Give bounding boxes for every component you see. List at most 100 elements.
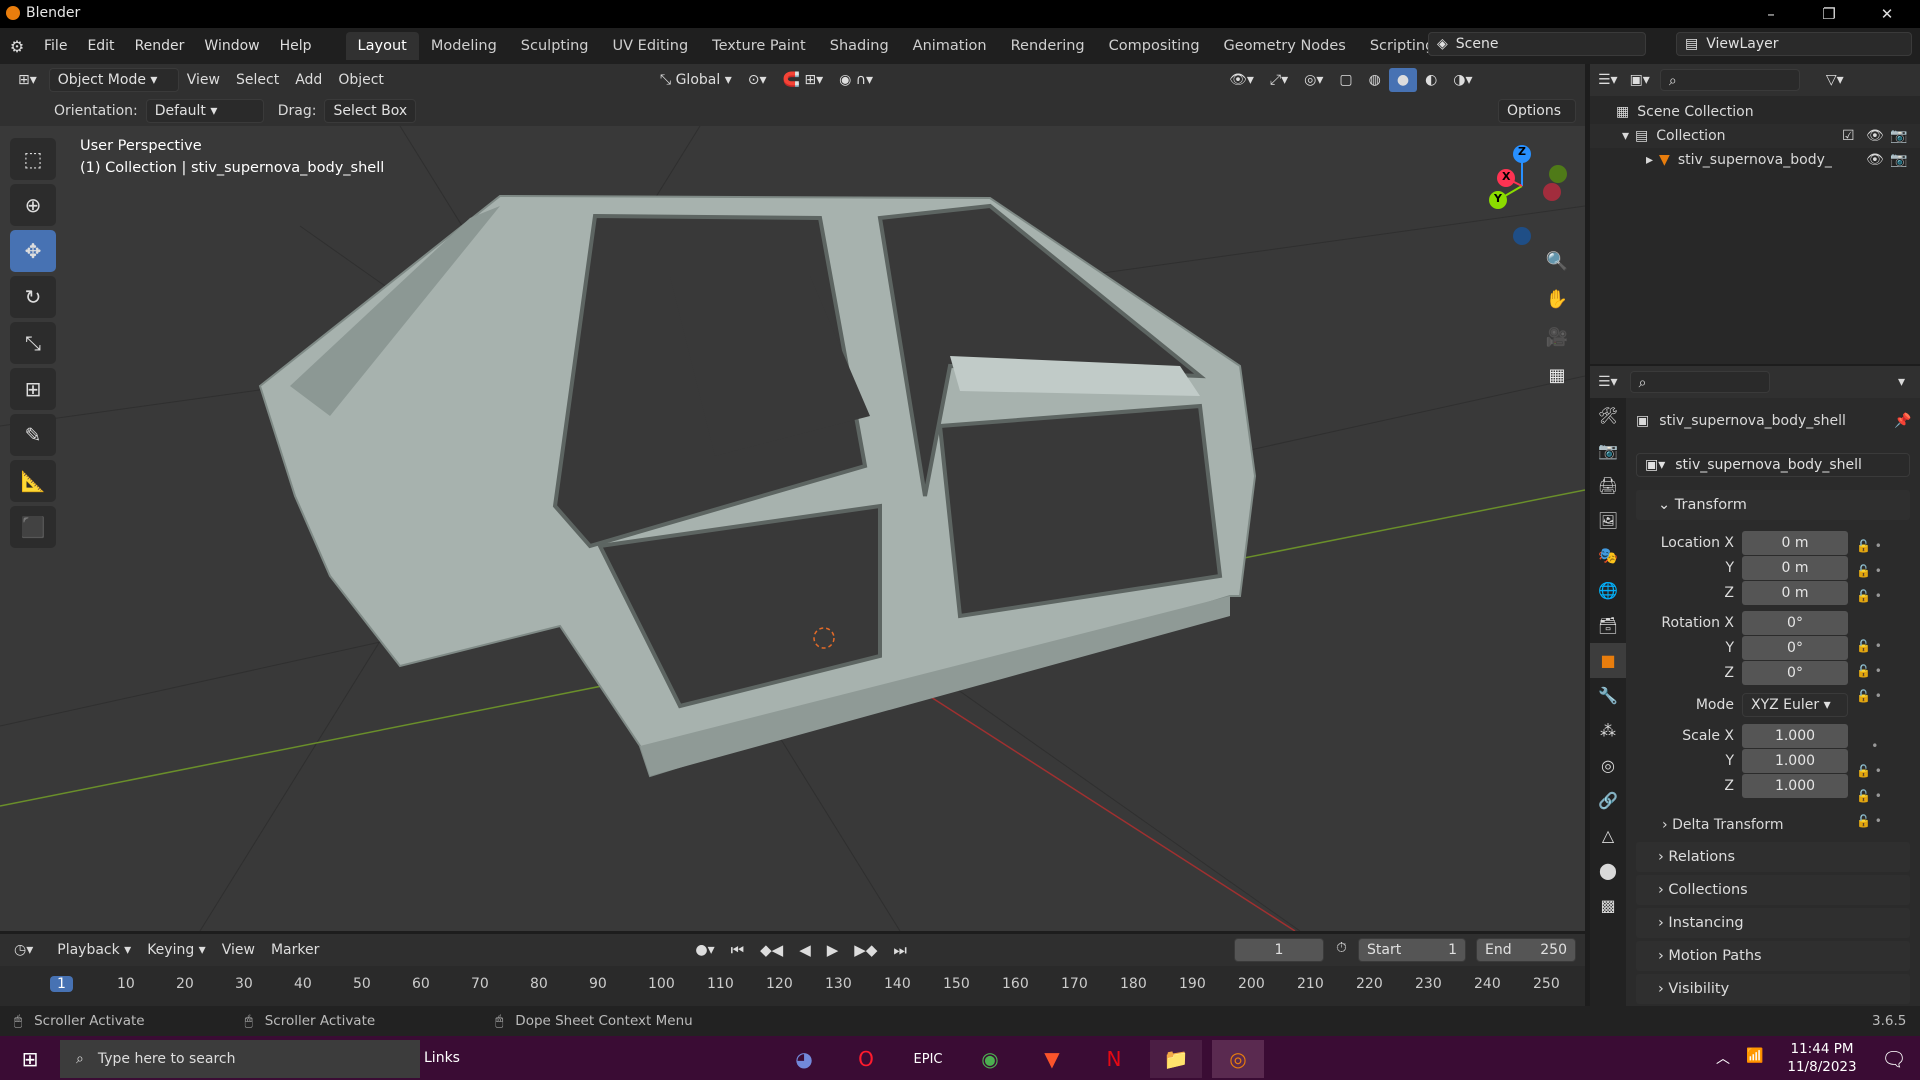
- system-tray-chevron-icon[interactable]: ︿: [1716, 1048, 1730, 1068]
- record-icon[interactable]: ●▾: [687, 938, 722, 962]
- scene-tab-icon[interactable]: 🎭: [1590, 538, 1626, 573]
- collections-panel-header[interactable]: › Collections: [1636, 875, 1910, 905]
- maximize-button[interactable]: ❐: [1800, 0, 1858, 28]
- orientation-selector[interactable]: Default ▾: [145, 99, 264, 123]
- delta-transform-subpanel[interactable]: › Delta Transform: [1662, 817, 1784, 833]
- stopwatch-icon[interactable]: ⏱: [1336, 940, 1347, 956]
- pivot-icon[interactable]: ⊙▾: [740, 68, 775, 92]
- next-keyframe-icon[interactable]: ▶◆: [846, 938, 885, 962]
- tab-sculpting[interactable]: Sculpting: [509, 32, 601, 60]
- proportional-edit-icon[interactable]: ◉ ∩▾: [831, 68, 881, 92]
- camera-icon[interactable]: 📷: [1890, 128, 1907, 144]
- modifier-tab-icon[interactable]: 🔧: [1590, 678, 1626, 713]
- object-tab-icon[interactable]: ■: [1590, 643, 1626, 678]
- instancing-panel-header[interactable]: › Instancing: [1636, 908, 1910, 938]
- visibility-panel-header[interactable]: › Visibility: [1636, 974, 1910, 1004]
- object-name-field[interactable]: ▣▾ stiv_supernova_body_shell: [1636, 453, 1910, 477]
- annotate-icon[interactable]: ✎: [10, 414, 56, 456]
- checkbox-icon[interactable]: ☑: [1842, 128, 1855, 144]
- tab-modeling[interactable]: Modeling: [419, 32, 509, 60]
- end-frame-field[interactable]: End 250: [1476, 938, 1576, 962]
- tab-geometry-nodes[interactable]: Geometry Nodes: [1212, 32, 1358, 60]
- scale-x-field[interactable]: 1.000: [1742, 724, 1848, 748]
- pin-icon[interactable]: 📌: [1894, 413, 1911, 429]
- snap-icon[interactable]: 🧲 ⊞▾: [775, 68, 832, 92]
- outliner-editor-icon[interactable]: ☰▾: [1598, 72, 1618, 88]
- output-tab-icon[interactable]: 🖨: [1590, 468, 1626, 503]
- visibility-icon[interactable]: 👁▾: [1221, 68, 1262, 92]
- collection-tab-icon[interactable]: 🗃: [1590, 608, 1626, 643]
- material-tab-icon[interactable]: ⬤: [1590, 853, 1626, 888]
- epic-games-icon[interactable]: EPIC: [902, 1040, 954, 1078]
- zoom-icon[interactable]: 🔍: [1540, 244, 1574, 278]
- chrome-icon[interactable]: ◉: [964, 1040, 1016, 1078]
- shading-wireframe-icon[interactable]: ◍: [1361, 68, 1389, 92]
- windows-start-icon[interactable]: ⊞: [4, 1040, 56, 1078]
- taskbar-links[interactable]: Links: [424, 1050, 460, 1066]
- location-x-field[interactable]: 0 m: [1742, 531, 1848, 555]
- options-dropdown[interactable]: Options ▾: [1498, 99, 1576, 141]
- particles-tab-icon[interactable]: ⁂: [1590, 713, 1626, 748]
- close-button[interactable]: ✕: [1858, 0, 1916, 28]
- scale-z-field[interactable]: 1.000: [1742, 774, 1848, 798]
- notifications-icon[interactable]: 🗨: [1868, 1040, 1920, 1078]
- minimize-button[interactable]: –: [1742, 0, 1800, 28]
- texture-tab-icon[interactable]: ▩: [1590, 888, 1626, 923]
- rotation-x-field[interactable]: 0°: [1742, 611, 1848, 635]
- file-explorer-icon[interactable]: 📁: [1150, 1040, 1202, 1078]
- discord-icon[interactable]: ◕: [778, 1040, 830, 1078]
- camera-view-icon[interactable]: 🎥: [1540, 320, 1574, 354]
- eye-icon[interactable]: 👁: [1866, 128, 1884, 144]
- eye-icon[interactable]: 👁: [1866, 152, 1884, 168]
- taskbar-search[interactable]: ⌕ Type here to search: [60, 1040, 420, 1078]
- world-tab-icon[interactable]: 🌐: [1590, 573, 1626, 608]
- opera-icon[interactable]: O: [840, 1040, 892, 1078]
- properties-editor-icon[interactable]: ☰▾: [1598, 374, 1618, 390]
- editor-type-icon[interactable]: ⊞▾: [10, 68, 45, 92]
- measure-icon[interactable]: 📐: [10, 460, 56, 502]
- menu-help[interactable]: Help: [270, 32, 322, 60]
- brave-icon[interactable]: ▼: [1026, 1040, 1078, 1078]
- tab-shading[interactable]: Shading: [818, 32, 901, 60]
- scene-selector[interactable]: ◈ Scene: [1428, 32, 1646, 56]
- location-y-field[interactable]: 0 m: [1742, 556, 1848, 580]
- rotate-icon[interactable]: ↻: [10, 276, 56, 318]
- menu-object[interactable]: Object: [330, 68, 392, 92]
- move-icon[interactable]: ✥: [10, 230, 56, 272]
- tool-tab-icon[interactable]: 🛠: [1590, 398, 1626, 433]
- physics-tab-icon[interactable]: ◎: [1590, 748, 1626, 783]
- tab-texture-paint[interactable]: Texture Paint: [700, 32, 818, 60]
- shading-solid-icon[interactable]: ●: [1388, 68, 1418, 92]
- filter-icon[interactable]: ▽▾: [1826, 72, 1844, 88]
- shading-material-icon[interactable]: ◐: [1417, 68, 1445, 92]
- tab-layout[interactable]: Layout: [345, 32, 419, 60]
- blender-menu-icon[interactable]: ⚙: [0, 37, 34, 56]
- 3d-viewport[interactable]: User Perspective (1) Collection | stiv_s…: [0, 126, 1585, 931]
- chevron-down-icon[interactable]: ▾: [1898, 374, 1905, 390]
- outliner-row-scene-collection[interactable]: ▦ Scene Collection: [1590, 100, 1920, 124]
- start-frame-field[interactable]: Start 1: [1358, 938, 1466, 962]
- view-menu[interactable]: View: [214, 938, 263, 962]
- ortho-grid-icon[interactable]: ▦: [1540, 358, 1574, 392]
- outliner-row-collection[interactable]: ▾ ▤ Collection ☑ 👁 📷: [1590, 124, 1920, 148]
- transform-orientation[interactable]: ⤡ Global ▾: [652, 68, 740, 92]
- prev-keyframe-icon[interactable]: ◆◀: [752, 938, 791, 962]
- play-reverse-icon[interactable]: ◀: [791, 938, 819, 962]
- shading-rendered-icon[interactable]: ◑▾: [1445, 68, 1480, 92]
- expand-chevron-icon[interactable]: ▾: [1622, 128, 1629, 144]
- location-z-field[interactable]: 0 m: [1742, 581, 1848, 605]
- view-layer-tab-icon[interactable]: 🖼: [1590, 503, 1626, 538]
- properties-search[interactable]: ⌕: [1629, 371, 1770, 393]
- play-icon[interactable]: ▶: [819, 938, 847, 962]
- menu-add[interactable]: Add: [287, 68, 330, 92]
- tab-compositing[interactable]: Compositing: [1097, 32, 1212, 60]
- wifi-icon[interactable]: 📶: [1746, 1048, 1763, 1064]
- frame-ruler[interactable]: 1 10 20 30 40 50 60 70 80 90 100 110 120 130 140 150 160…: [0, 966, 1585, 1006]
- jump-start-icon[interactable]: ⏮: [723, 938, 753, 962]
- menu-select[interactable]: Select: [228, 68, 287, 92]
- outliner-search[interactable]: ⌕: [1659, 69, 1800, 91]
- select-box-icon[interactable]: ⬚: [10, 138, 56, 180]
- motion-paths-panel-header[interactable]: › Motion Paths: [1636, 941, 1910, 971]
- xray-icon[interactable]: ▢: [1331, 68, 1360, 92]
- transform-icon[interactable]: ⊞: [10, 368, 56, 410]
